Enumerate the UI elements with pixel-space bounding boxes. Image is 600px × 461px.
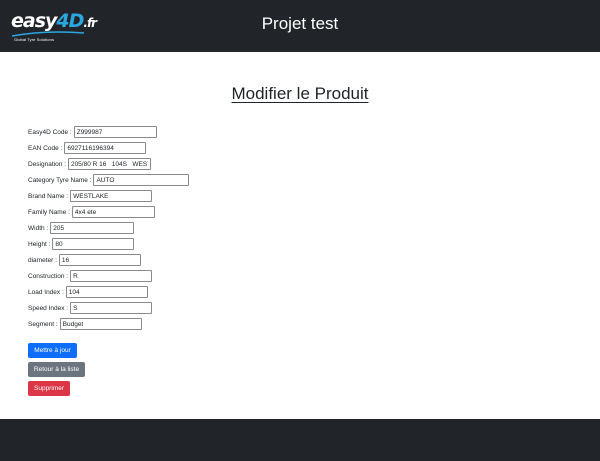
diameter-input[interactable] <box>58 254 141 266</box>
app-title: Projet test <box>261 14 339 33</box>
form-row-category-tyre-name: Category Tyre Name : <box>28 172 190 188</box>
form-row-brand-name: Brand Name : <box>28 188 189 204</box>
easy4d-code-input[interactable] <box>73 126 157 138</box>
easy4d-code-label: Easy4D Code : <box>28 128 72 136</box>
brand-name-label: Brand Name : <box>28 192 69 200</box>
delete-button[interactable]: Supprimer <box>28 381 70 396</box>
category-tyre-name-input[interactable] <box>93 174 190 186</box>
speed-index-label: Speed Index : <box>28 304 69 312</box>
page-title: Modifier le Produit <box>231 84 369 103</box>
load-index-input[interactable] <box>65 286 148 298</box>
category-tyre-name-label: Category Tyre Name : <box>28 176 92 184</box>
brand-name-input[interactable] <box>70 190 153 202</box>
ean-code-input[interactable] <box>64 142 147 154</box>
load-index-label: Load Index : <box>28 288 64 296</box>
family-name-label: Family Name : <box>28 208 70 216</box>
height-input[interactable] <box>52 238 135 250</box>
logo-tagline: Global Tyre Solutions <box>14 37 55 42</box>
designation-label: Designation : <box>28 160 66 168</box>
back-to-list-button[interactable]: Retour à la liste <box>28 362 85 377</box>
form-row-ean-code: EAN Code : <box>28 140 189 156</box>
ean-code-label: EAN Code : <box>28 144 63 152</box>
height-label: Height : <box>28 240 51 248</box>
form-row-speed-index: Speed Index : <box>28 300 189 316</box>
width-label: Width : <box>28 224 49 232</box>
construction-label: Construction : <box>28 272 69 280</box>
designation-input[interactable] <box>67 158 151 170</box>
segment-label: Segment : <box>28 320 58 328</box>
construction-input[interactable] <box>70 270 153 282</box>
page-footer <box>0 419 600 461</box>
top-navbar: easy4D.fr Global Tyre Solutions Projet t… <box>0 0 600 52</box>
form-row-easy4d-code: Easy4D Code : <box>28 124 189 140</box>
diameter-label: diameter : <box>28 256 57 264</box>
form-row-designation: Designation : <box>28 156 189 172</box>
speed-index-input[interactable] <box>70 302 153 314</box>
family-name-input[interactable] <box>71 206 155 218</box>
form-row-family-name: Family Name : <box>28 204 189 220</box>
segment-input[interactable] <box>59 318 142 330</box>
form-row-width: Width : <box>28 220 189 236</box>
width-input[interactable] <box>50 222 135 234</box>
form-row-construction: Construction : <box>28 268 189 284</box>
form-row-diameter: diameter : <box>28 252 189 268</box>
update-button[interactable]: Mettre à jour <box>28 343 77 358</box>
form-row-load-index: Load Index : <box>28 284 189 300</box>
form-row-height: Height : <box>28 236 189 252</box>
product-edit-form: Easy4D Code : EAN Code : Designation : C… <box>28 124 190 332</box>
form-row-segment: Segment : <box>28 316 189 332</box>
